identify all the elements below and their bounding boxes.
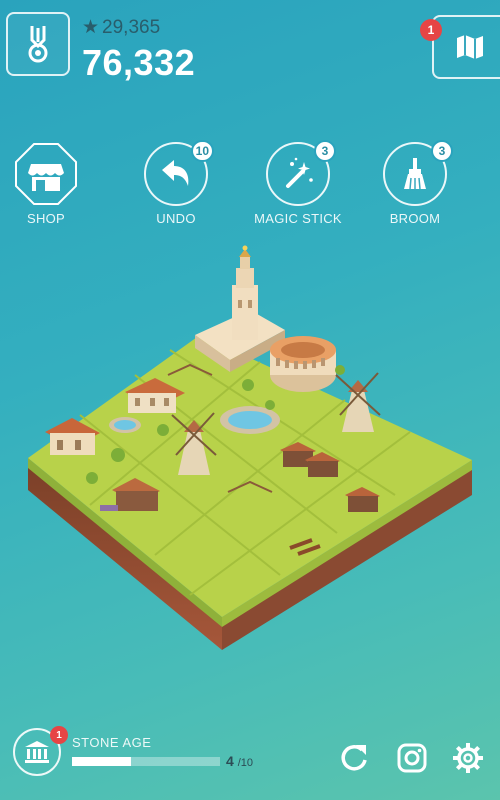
restart-button[interactable] xyxy=(336,740,372,776)
undo-button[interactable]: 10 xyxy=(144,140,214,206)
era-name: STONE AGE xyxy=(72,735,152,750)
undo-label: UNDO xyxy=(156,211,196,226)
bottom-bar: 1 STONE AGE 4 /10 xyxy=(0,720,500,800)
progress-current: 4 xyxy=(226,753,234,769)
instagram-icon xyxy=(397,743,427,773)
era-progress-fill xyxy=(72,757,132,766)
top-bar: ★ 29,365 76,332 1 xyxy=(0,0,500,90)
undo-tool[interactable]: 10 UNDO xyxy=(126,140,226,226)
magic-stick-count: 3 xyxy=(314,140,336,162)
museum-icon xyxy=(25,741,49,763)
magic-stick-tool[interactable]: 3 MAGIC STICK xyxy=(248,140,348,226)
medal-icon xyxy=(28,26,48,63)
instagram-button[interactable] xyxy=(394,740,430,776)
broom-label: BROOM xyxy=(389,211,441,226)
main-score: 76,332 xyxy=(82,42,196,83)
colosseum-building[interactable] xyxy=(270,336,336,392)
map-icon xyxy=(457,35,483,59)
broom-icon xyxy=(404,158,426,190)
broom-tool[interactable]: 3 BROOM xyxy=(365,140,465,226)
shop-label: SHOP xyxy=(26,211,66,226)
era-progress-bar xyxy=(72,757,220,766)
shop-button[interactable] xyxy=(14,142,78,206)
shop-icon xyxy=(15,143,77,205)
star-icon: ★ xyxy=(82,17,100,38)
star-score-value: 29,365 xyxy=(102,16,161,38)
achievements-button[interactable] xyxy=(6,12,70,76)
gear-icon xyxy=(453,743,483,773)
game-board[interactable] xyxy=(0,240,500,660)
magic-wand-icon xyxy=(286,157,313,188)
settings-button[interactable] xyxy=(450,740,486,776)
era-progress-text: 4 /10 xyxy=(226,753,253,769)
star-score: ★ 29,365 xyxy=(82,16,160,39)
broom-button[interactable]: 3 xyxy=(383,140,453,206)
map-button[interactable] xyxy=(432,15,500,79)
progress-total: /10 xyxy=(237,757,253,769)
shop-tool[interactable]: SHOP xyxy=(0,142,96,226)
undo-count: 10 xyxy=(190,140,214,162)
map-notification-badge: 1 xyxy=(420,19,442,41)
restart-icon xyxy=(341,745,367,771)
magic-stick-label: MAGIC STICK xyxy=(254,211,342,226)
era-notification-badge: 1 xyxy=(50,726,68,744)
magic-stick-button[interactable]: 3 xyxy=(266,140,336,206)
undo-arrow-icon xyxy=(162,160,189,186)
broom-count: 3 xyxy=(431,140,453,162)
